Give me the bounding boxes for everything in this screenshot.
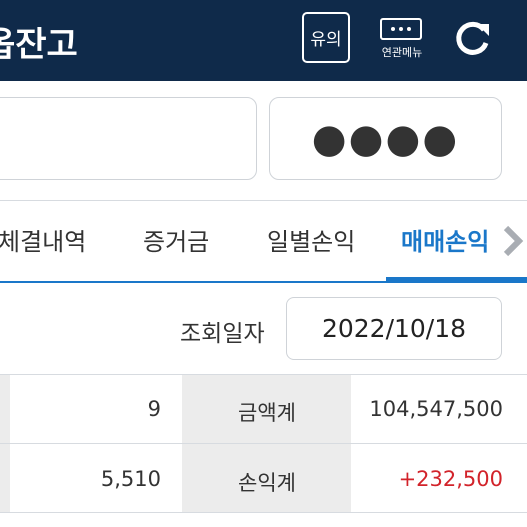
table-row-2-right-value: +232,500 [398, 467, 503, 491]
account-number-field[interactable] [0, 97, 257, 180]
table-row-1-right-value: 104,547,500 [369, 397, 503, 421]
tabs-divider [0, 200, 527, 201]
caution-button[interactable]: 유의 [302, 12, 350, 63]
table-left-header-cell [0, 375, 10, 513]
table-row-1-label: 금액계 [238, 401, 296, 425]
table-bottom-border [0, 512, 527, 513]
query-date-label: 조회일자 [180, 321, 265, 347]
table-row-2-label: 손익계 [238, 471, 296, 495]
table-row-divider [0, 443, 527, 444]
table-row-2-left-value: 5,510 [100, 467, 161, 491]
tabs-scroll-right[interactable] [500, 218, 527, 264]
related-menu-button[interactable]: 연관메뉴 [374, 14, 430, 68]
table-row-1-left-value: 9 [147, 397, 161, 421]
tab-daily-pnl[interactable]: 일별손익 [267, 222, 355, 257]
tab-margin[interactable]: 증거금 [143, 222, 209, 257]
password-field[interactable]: ●●●● [269, 97, 502, 180]
refresh-icon [456, 21, 489, 55]
refresh-button[interactable] [451, 16, 495, 60]
page-title: 옵잔고 [0, 25, 78, 65]
tab-trading-pnl[interactable]: 매매손익 [401, 222, 489, 257]
active-tab-indicator [386, 277, 527, 282]
tab-execution-history[interactable]: 체결내역 [0, 222, 86, 257]
chevron-right-icon [500, 218, 527, 264]
app-header: 옵잔고 유의 연관메뉴 [0, 0, 527, 81]
screen: 옵잔고 유의 연관메뉴 ●●●● 체결내역 증거금 일별손익 매매손익 조회일자 [0, 0, 527, 527]
query-date-field[interactable]: 2022/10/18 [286, 297, 502, 360]
more-dots-icon [380, 18, 422, 40]
related-menu-label: 연관메뉴 [381, 46, 423, 59]
